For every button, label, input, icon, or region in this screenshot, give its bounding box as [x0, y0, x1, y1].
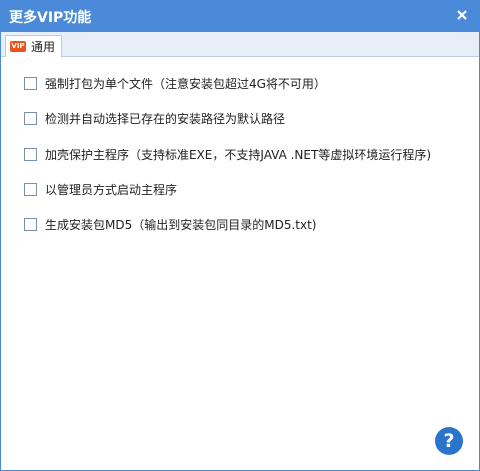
option-run-as-admin-label: 以管理员方式启动主程序 [45, 182, 178, 197]
dialog-title: 更多VIP功能 [9, 10, 92, 26]
help-icon: ? [443, 430, 455, 452]
option-run-as-admin[interactable]: 以管理员方式启动主程序 [24, 180, 177, 198]
title-bar: 更多VIP功能 [1, 1, 479, 32]
option-single-file-label: 强制打包为单个文件（注意安装包超过4G将不可用） [45, 76, 326, 91]
option-detect-install-path-label: 检测并自动选择已存在的安装路径为默认路径 [45, 111, 286, 126]
tab-general-label: 通用 [31, 40, 56, 54]
option-detect-install-path-checkbox[interactable] [24, 111, 37, 125]
option-generate-md5-checkbox[interactable] [24, 217, 37, 231]
option-single-file[interactable]: 强制打包为单个文件（注意安装包超过4G将不可用） [24, 74, 326, 92]
option-generate-md5[interactable]: 生成安装包MD5（输出到安装包同目录的MD5.txt) [24, 215, 316, 233]
option-single-file-checkbox[interactable] [24, 76, 37, 90]
help-button[interactable]: ? [435, 427, 463, 455]
vip-features-dialog: 更多VIP功能 VIP 通用 强制打包为单个文件（注意安装包超过4G将不可用） … [0, 0, 480, 471]
option-generate-md5-label: 生成安装包MD5（输出到安装包同目录的MD5.txt) [45, 217, 317, 232]
option-shell-protect-label: 加壳保护主程序（支持标准EXE，不支持JAVA .NET等虚拟环境运行程序) [45, 147, 432, 162]
tab-bar: VIP 通用 [1, 32, 479, 58]
option-shell-protect[interactable]: 加壳保护主程序（支持标准EXE，不支持JAVA .NET等虚拟环境运行程序) [24, 145, 431, 163]
option-run-as-admin-checkbox[interactable] [24, 182, 37, 196]
option-shell-protect-checkbox[interactable] [24, 147, 37, 161]
close-button[interactable] [455, 8, 469, 22]
close-icon [457, 10, 467, 20]
option-detect-install-path[interactable]: 检测并自动选择已存在的安装路径为默认路径 [24, 109, 285, 127]
tab-general[interactable]: VIP 通用 [5, 35, 63, 58]
vip-icon: VIP [10, 41, 26, 52]
